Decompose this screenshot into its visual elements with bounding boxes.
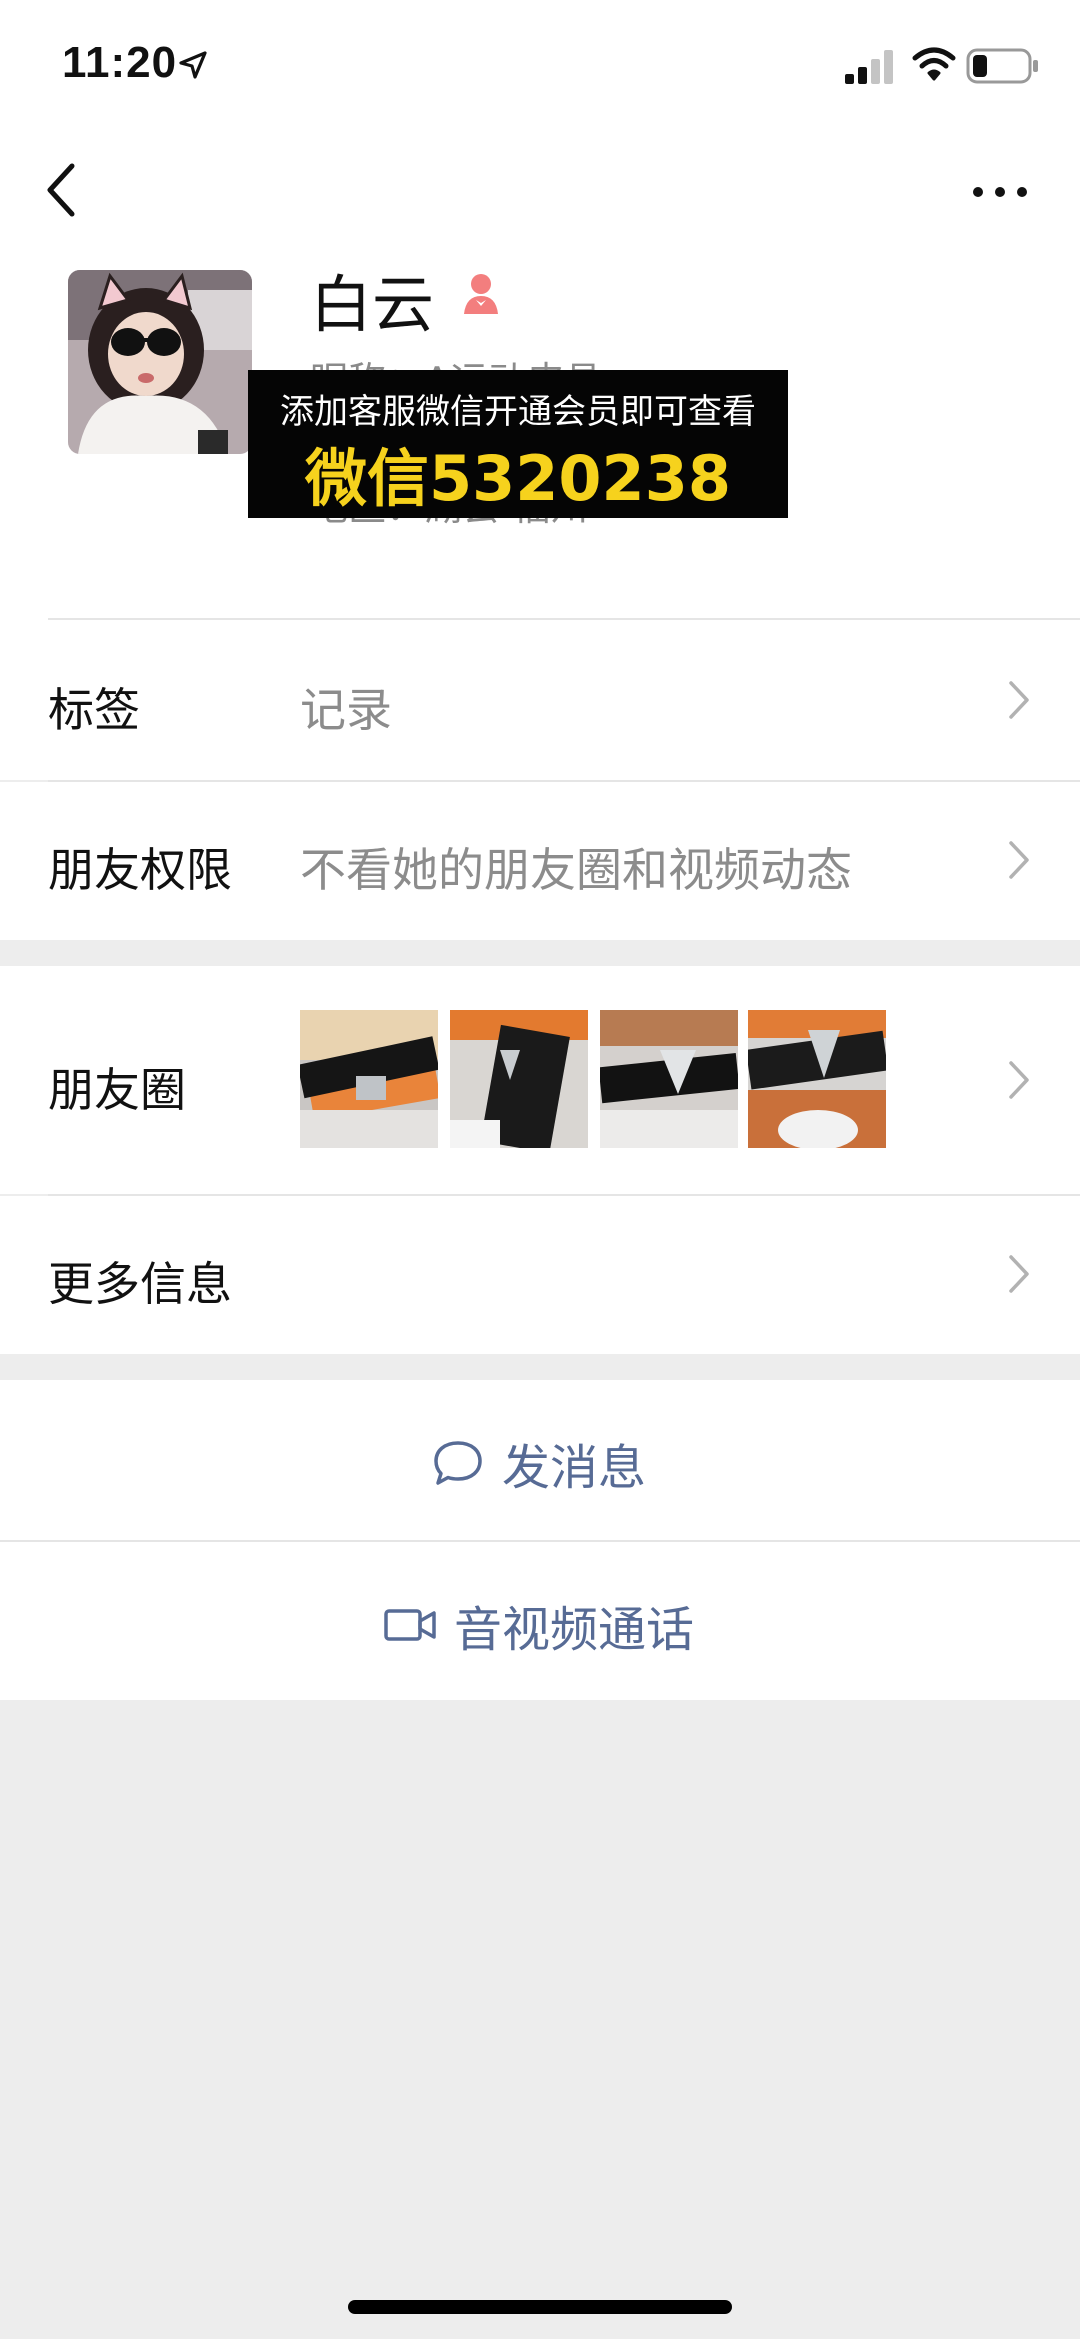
female-icon <box>464 274 498 314</box>
row-label: 朋友权限 <box>48 843 232 897</box>
moments-thumbnail[interactable] <box>300 1010 438 1148</box>
send-message-content: 发消息 <box>432 1428 646 1498</box>
row-value: 记录 <box>300 683 392 737</box>
row-tags[interactable]: 标签 记录 <box>0 620 1080 780</box>
promo-wechat-id: 微信5320238 <box>305 442 731 515</box>
status-time: 11:20 <box>62 38 178 87</box>
chat-bubble-icon <box>434 1441 482 1485</box>
chevron-right-icon <box>1009 841 1029 879</box>
avatar-photo <box>68 270 252 454</box>
profile-name: 白云 <box>310 268 435 341</box>
signal-icon <box>845 50 893 84</box>
video-call-button[interactable]: 音视频通话 <box>0 1542 1080 1700</box>
chevron-right-icon <box>1009 681 1029 719</box>
row-label: 朋友圈 <box>48 1063 186 1117</box>
chevron-right-icon <box>1009 1061 1029 1099</box>
more-options-button[interactable] <box>970 172 1030 212</box>
back-button[interactable] <box>42 160 82 220</box>
contact-profile-screen: 11:20 白云 添加客服微信开通会员即可查看 微信5320238 标签 记录 … <box>0 0 1080 2339</box>
send-message-button[interactable]: 发消息 <box>0 1380 1080 1540</box>
video-call-label: 音视频通话 <box>454 1602 695 1658</box>
status-bar: 11:20 <box>0 0 1080 132</box>
avatar[interactable] <box>68 270 252 454</box>
moments-thumbnail[interactable] <box>450 1010 588 1148</box>
moments-thumbnail[interactable] <box>748 1010 886 1148</box>
wifi-icon <box>912 47 956 81</box>
battery-icon <box>966 48 1038 84</box>
row-friend-permissions[interactable]: 朋友权限 不看她的朋友圈和视频动态 <box>0 782 1080 940</box>
promo-text: 添加客服微信开通会员即可查看 <box>280 392 756 432</box>
chevron-right-icon <box>1009 1255 1029 1293</box>
send-message-label: 发消息 <box>502 1440 647 1496</box>
home-indicator[interactable] <box>348 2300 732 2314</box>
promo-overlay: 添加客服微信开通会员即可查看 微信5320238 <box>248 370 788 518</box>
row-value: 不看她的朋友圈和视频动态 <box>300 843 852 897</box>
video-camera-icon <box>384 1609 436 1641</box>
location-arrow-icon <box>179 51 207 79</box>
moments-thumbnail[interactable] <box>600 1010 738 1148</box>
row-label: 更多信息 <box>48 1257 232 1311</box>
row-more-info[interactable]: 更多信息 <box>0 1196 1080 1354</box>
row-label: 标签 <box>48 683 140 737</box>
video-call-content: 音视频通话 <box>384 1590 694 1660</box>
